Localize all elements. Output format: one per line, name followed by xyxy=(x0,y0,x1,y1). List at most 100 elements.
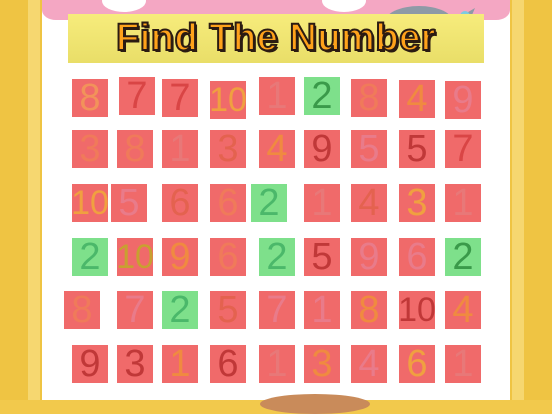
number-tile-label: 9 xyxy=(311,128,333,170)
number-tile[interactable]: 1 xyxy=(162,345,198,383)
number-tile[interactable]: 7 xyxy=(119,77,155,115)
number-tile-label: 6 xyxy=(406,343,428,385)
number-tile-label: 1 xyxy=(266,75,288,117)
number-tile-label: 6 xyxy=(217,236,239,278)
game-board: Find The Number 8 7 7 10 1 2 8 4 9 3 8 1 3 4 9 5 5 7 10 5 6 6… xyxy=(42,0,510,414)
bottom-decoration xyxy=(260,394,370,414)
number-tile-label: 4 xyxy=(266,128,288,170)
number-tile[interactable]: 6 xyxy=(399,238,435,276)
number-tile[interactable]: 9 xyxy=(351,238,387,276)
number-tile[interactable]: 6 xyxy=(210,345,246,383)
number-tile[interactable]: 9 xyxy=(72,345,108,383)
number-tile-label: 5 xyxy=(118,182,140,224)
number-tile[interactable]: 9 xyxy=(304,130,340,168)
number-tile-label: 5 xyxy=(406,128,428,170)
number-tile-label: 2 xyxy=(266,236,288,278)
number-tile[interactable]: 1 xyxy=(304,291,340,329)
number-tile[interactable]: 10 xyxy=(209,81,247,119)
number-tile-label: 10 xyxy=(116,238,154,276)
number-tile[interactable]: 10 xyxy=(116,238,154,276)
number-tile[interactable]: 2 xyxy=(304,77,340,115)
number-tile[interactable]: 9 xyxy=(162,238,198,276)
number-tile[interactable]: 3 xyxy=(72,130,108,168)
number-tile-label: 1 xyxy=(452,343,474,385)
number-tile[interactable]: 5 xyxy=(304,238,340,276)
number-tile[interactable]: 2 xyxy=(445,238,481,276)
number-tile-label: 1 xyxy=(311,289,333,331)
number-tile[interactable]: 10 xyxy=(398,291,436,329)
number-tile[interactable]: 3 xyxy=(210,130,246,168)
number-tile[interactable]: 5 xyxy=(111,184,147,222)
page-title: Find The Number xyxy=(115,16,436,60)
number-tile-label: 7 xyxy=(452,128,474,170)
number-tile-label: 6 xyxy=(217,182,239,224)
number-tile-label: 9 xyxy=(79,343,101,385)
number-tile[interactable]: 2 xyxy=(259,238,295,276)
number-tile-label: 9 xyxy=(169,236,191,278)
number-tile[interactable]: 1 xyxy=(259,345,295,383)
number-tile[interactable]: 1 xyxy=(445,184,481,222)
number-tile[interactable]: 7 xyxy=(117,291,153,329)
number-tile[interactable]: 7 xyxy=(259,291,295,329)
number-tile-label: 6 xyxy=(406,236,428,278)
number-tile-label: 1 xyxy=(311,182,333,224)
number-tile[interactable]: 7 xyxy=(162,79,198,117)
number-tile-label: 10 xyxy=(71,184,109,222)
number-tile-label: 8 xyxy=(358,77,380,119)
number-tile[interactable]: 5 xyxy=(351,130,387,168)
number-tile[interactable]: 6 xyxy=(162,184,198,222)
number-tile[interactable]: 5 xyxy=(210,291,246,329)
number-tile-label: 2 xyxy=(311,75,333,117)
number-tile-label: 9 xyxy=(358,236,380,278)
number-tile-label: 8 xyxy=(79,77,101,119)
number-tile[interactable]: 2 xyxy=(251,184,287,222)
number-tile-label: 3 xyxy=(406,182,428,224)
number-tile[interactable]: 1 xyxy=(445,345,481,383)
number-tile-label: 3 xyxy=(79,128,101,170)
number-tile-label: 7 xyxy=(126,75,148,117)
number-tile-label: 5 xyxy=(358,128,380,170)
number-tile-label: 1 xyxy=(169,128,191,170)
number-tile[interactable]: 1 xyxy=(162,130,198,168)
number-tile-label: 8 xyxy=(71,289,93,331)
number-tile-label: 4 xyxy=(452,289,474,331)
number-tile-label: 4 xyxy=(358,182,380,224)
number-tile[interactable]: 4 xyxy=(399,80,435,118)
number-tile-label: 7 xyxy=(266,289,288,331)
number-tile[interactable]: 6 xyxy=(210,184,246,222)
number-tile[interactable]: 3 xyxy=(117,345,153,383)
number-tile-label: 1 xyxy=(452,182,474,224)
number-tile[interactable]: 5 xyxy=(399,130,435,168)
number-tile-label: 8 xyxy=(358,289,380,331)
number-tile[interactable]: 6 xyxy=(399,345,435,383)
left-frame-stripe xyxy=(28,0,40,400)
number-tile[interactable]: 1 xyxy=(259,77,295,115)
number-tile[interactable]: 8 xyxy=(351,79,387,117)
number-tile-label: 2 xyxy=(79,236,101,278)
number-tile[interactable]: 10 xyxy=(71,184,109,222)
number-tile[interactable]: 8 xyxy=(64,291,100,329)
number-tile[interactable]: 8 xyxy=(351,291,387,329)
number-tile[interactable]: 2 xyxy=(162,291,198,329)
number-tile-label: 2 xyxy=(452,236,474,278)
number-tile-label: 3 xyxy=(124,343,146,385)
number-tile[interactable]: 8 xyxy=(117,130,153,168)
number-tile[interactable]: 7 xyxy=(445,130,481,168)
number-tile-label: 6 xyxy=(169,182,191,224)
number-tile[interactable]: 4 xyxy=(351,345,387,383)
number-tile[interactable]: 1 xyxy=(304,184,340,222)
number-tile[interactable]: 8 xyxy=(72,79,108,117)
number-tile-label: 2 xyxy=(169,289,191,331)
number-tile[interactable]: 3 xyxy=(304,345,340,383)
number-tile-label: 10 xyxy=(209,81,247,119)
number-tile[interactable]: 2 xyxy=(72,238,108,276)
number-tile[interactable]: 4 xyxy=(445,291,481,329)
number-tile[interactable]: 4 xyxy=(351,184,387,222)
number-tile-label: 9 xyxy=(452,79,474,121)
number-tile[interactable]: 3 xyxy=(399,184,435,222)
number-tile[interactable]: 9 xyxy=(445,81,481,119)
number-tile[interactable]: 4 xyxy=(259,130,295,168)
number-tile-label: 7 xyxy=(169,77,191,119)
number-tile-label: 1 xyxy=(266,343,288,385)
number-tile[interactable]: 6 xyxy=(210,238,246,276)
